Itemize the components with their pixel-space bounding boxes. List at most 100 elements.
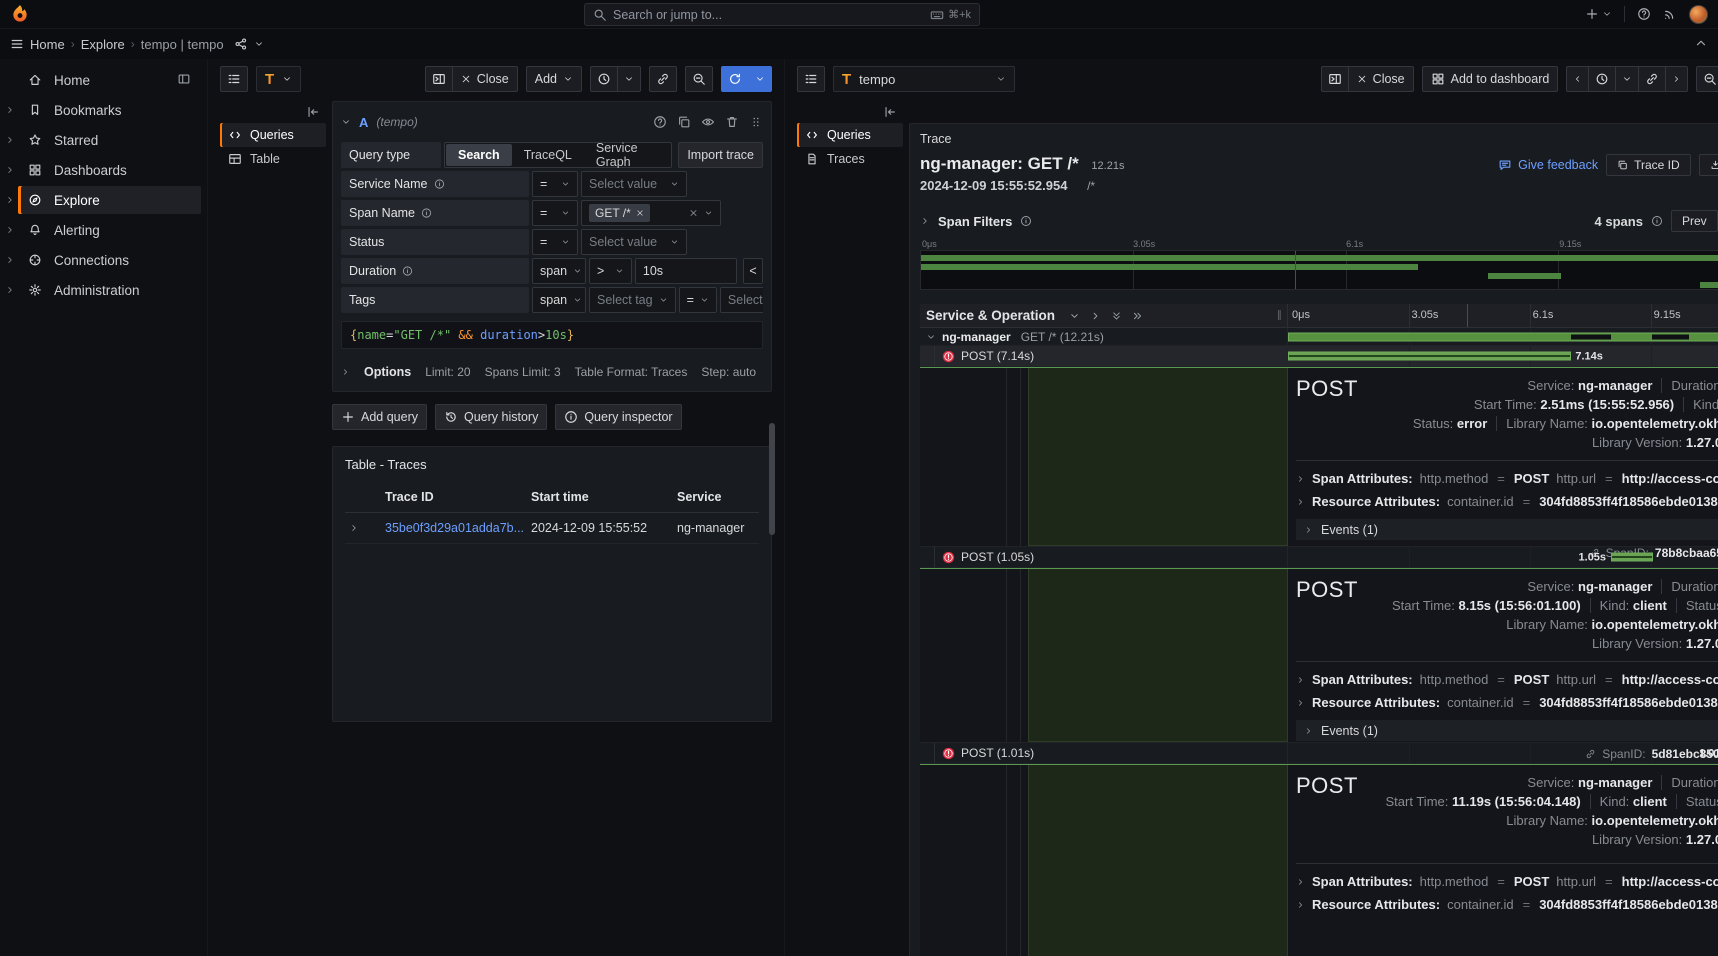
sidebar-item-home[interactable]: Home [0, 65, 207, 95]
sidebar-item-connections[interactable]: Connections [0, 245, 207, 275]
span-name-operator[interactable]: = [532, 200, 578, 226]
tab-search[interactable]: Search [446, 144, 512, 166]
span-row-post-3[interactable]: POST (1.01s) 1.01s [920, 743, 1718, 764]
tags-tag-select[interactable]: Select tag [589, 287, 676, 313]
tab-traceql[interactable]: TraceQL [512, 144, 584, 166]
span-name-chip[interactable]: GET /* [589, 204, 650, 222]
split-pane-button[interactable] [1321, 66, 1349, 92]
time-picker-caret[interactable] [617, 66, 641, 92]
datasource-picker-left[interactable]: T [256, 66, 301, 92]
span-attributes-row[interactable]: Span Attributes: http.method=POST http.u… [1296, 668, 1718, 691]
clear-icon[interactable] [689, 206, 698, 220]
time-picker-button[interactable] [1588, 66, 1616, 92]
chevron-right-icon[interactable] [5, 103, 15, 117]
span-attributes-row[interactable]: Span Attributes: http.method=POST http.u… [1296, 870, 1718, 893]
help-icon[interactable] [1637, 7, 1651, 21]
trace-minimap[interactable]: 0μs 3.05s 6.1s 9.15s 12.21s [920, 239, 1718, 290]
span-row-post-2[interactable]: POST (1.05s) 1.05s [920, 547, 1718, 568]
chevron-right-icon[interactable] [920, 214, 930, 228]
col-start-time[interactable]: Start time [527, 486, 673, 513]
collapse-subnav-button[interactable] [797, 101, 903, 123]
subnav-item-traces[interactable]: Traces [797, 147, 903, 171]
duration-scope-select[interactable]: span [532, 258, 586, 284]
resource-attributes-row[interactable]: Resource Attributes: container.id=304fd8… [1296, 490, 1718, 513]
share-icon[interactable] [234, 37, 248, 51]
time-picker-button[interactable] [590, 66, 618, 92]
user-avatar[interactable] [1689, 5, 1708, 24]
service-operation-header[interactable]: Service & Operation [926, 308, 1055, 323]
service-name-select[interactable]: Select value [581, 171, 687, 197]
options-row[interactable]: Options Limit: 20 Spans Limit: 3 Table F… [341, 361, 763, 383]
resource-attributes-row[interactable]: Resource Attributes: container.id=304fd8… [1296, 893, 1718, 916]
breadcrumb-explore[interactable]: Explore [81, 37, 125, 52]
time-shift-back-button[interactable] [1566, 66, 1589, 92]
collapse-subnav-button[interactable] [220, 101, 326, 123]
trace-id-button[interactable]: Trace ID [1606, 154, 1691, 176]
duration-value-input[interactable]: 10s [635, 258, 737, 284]
time-shift-forward-button[interactable] [1665, 66, 1688, 92]
span-name-select[interactable]: GET /* [581, 200, 721, 226]
duration-operator-2[interactable]: < [743, 258, 763, 284]
delete-query-icon[interactable] [725, 115, 739, 129]
run-query-button[interactable] [721, 66, 749, 92]
sidebar-item-dashboards[interactable]: Dashboards [0, 155, 207, 185]
col-service[interactable]: Service [673, 486, 759, 513]
collapse-all-button[interactable] [1111, 309, 1122, 323]
link-button[interactable] [649, 66, 677, 92]
datasource-picker-right[interactable]: T tempo [833, 66, 1015, 92]
import-trace-button[interactable]: Import trace [678, 142, 763, 168]
breadcrumb-home[interactable]: Home [30, 37, 65, 52]
tags-scope-select[interactable]: span [532, 287, 586, 313]
toggle-visibility-icon[interactable] [701, 115, 715, 129]
tab-service-graph[interactable]: Service Graph [584, 144, 670, 166]
close-pane-button[interactable]: Close [1348, 66, 1414, 92]
query-help-icon[interactable] [653, 115, 667, 129]
chevron-right-icon[interactable] [5, 133, 15, 147]
subnav-item-table[interactable]: Table [220, 147, 326, 171]
close-pane-button[interactable]: Close [452, 66, 518, 92]
span-attributes-row[interactable]: Span Attributes: http.method=POST http.u… [1296, 467, 1718, 490]
chevron-down-icon[interactable] [254, 37, 264, 51]
chevron-right-icon[interactable] [5, 223, 15, 237]
span-bar[interactable]: 1.05s [1611, 553, 1653, 562]
outline-button[interactable] [220, 66, 248, 92]
resource-attributes-row[interactable]: Resource Attributes: container.id=304fd8… [1296, 691, 1718, 714]
span-row-post-1[interactable]: POST (7.14s) 7.14s [920, 346, 1718, 367]
span-bar[interactable] [1288, 332, 1718, 341]
new-menu-button[interactable] [1585, 7, 1612, 21]
events-row[interactable]: Events (1) [1296, 519, 1718, 540]
span-row-root[interactable]: ng-manager GET /* (12.21s) [920, 328, 1718, 346]
sidebar-item-bookmarks[interactable]: Bookmarks [0, 95, 207, 125]
query-ref-label[interactable]: A [359, 115, 368, 130]
export-button[interactable]: Export [1699, 154, 1718, 176]
chevron-right-icon[interactable] [5, 283, 15, 297]
grafana-logo-icon[interactable] [10, 4, 30, 24]
left-pane-scrollbar[interactable] [769, 423, 775, 535]
link-button[interactable] [1638, 66, 1666, 92]
zoom-out-button[interactable] [685, 66, 713, 92]
add-button[interactable]: Add [526, 66, 582, 92]
outline-button[interactable] [797, 66, 825, 92]
query-inspector-button[interactable]: Query inspector [555, 404, 681, 430]
status-operator[interactable]: = [532, 229, 578, 255]
news-icon[interactable] [1663, 7, 1677, 21]
chevron-right-icon[interactable] [5, 253, 15, 267]
tags-value-select[interactable]: Select va [720, 287, 763, 313]
run-query-caret[interactable] [748, 66, 772, 92]
menu-icon[interactable] [10, 37, 24, 51]
subnav-item-queries[interactable]: Queries [797, 123, 903, 147]
collapse-toolbar-button[interactable] [1694, 36, 1708, 53]
sidebar-item-explore[interactable]: Explore [0, 185, 207, 215]
chevron-right-icon[interactable] [5, 193, 15, 207]
trace-id-link[interactable]: 35be0f3d29a01adda7b... [381, 513, 527, 544]
status-select[interactable]: Select value [581, 229, 687, 255]
give-feedback-link[interactable]: Give feedback [1498, 158, 1598, 172]
search-input[interactable]: Search or jump to... ⌘+k [584, 3, 980, 26]
chevron-down-icon[interactable] [341, 115, 351, 129]
sidebar-item-starred[interactable]: Starred [0, 125, 207, 155]
dock-panel-icon[interactable] [177, 72, 191, 86]
query-history-button[interactable]: Query history [435, 404, 547, 430]
events-row[interactable]: Events (1) [1296, 720, 1718, 741]
time-picker-caret[interactable] [1615, 66, 1639, 92]
span-filters-label[interactable]: Span Filters [938, 214, 1012, 229]
